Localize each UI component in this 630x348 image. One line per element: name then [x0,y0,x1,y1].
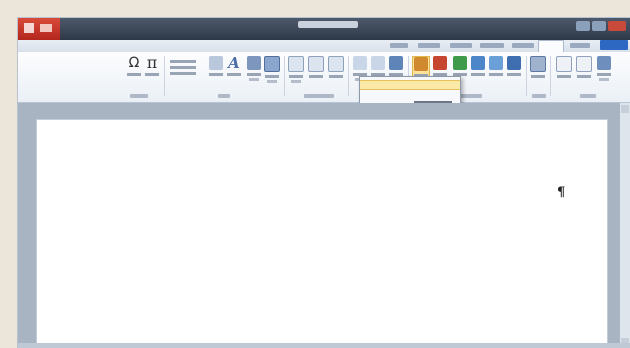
screenshot-icon [414,57,428,71]
document-page[interactable]: ¶ [36,119,608,348]
cover-page-button[interactable] [596,56,612,90]
tab-references[interactable] [480,43,504,48]
text-box-icon [264,56,280,72]
picture-button[interactable] [506,56,522,90]
group-label-pages [580,94,596,98]
document-workspace: ¶ [18,103,630,348]
quick-access-toolbar[interactable] [18,18,60,40]
text-box-button[interactable] [264,56,280,90]
title-bar [18,18,630,40]
footer-button[interactable] [308,56,324,90]
tab-review[interactable] [418,43,440,48]
wordart-button[interactable] [246,56,262,90]
pi-equation-icon: π [146,53,158,72]
drop-cap-button[interactable]: A [226,56,242,90]
status-bar [18,343,630,348]
equation-button[interactable]: π [144,53,160,90]
omega-symbol-icon: Ω [128,55,140,71]
tab-mailings[interactable] [450,43,472,48]
tab-home[interactable] [570,43,590,48]
footer-icon [308,56,324,72]
group-label-tables [532,94,546,98]
word-window: Ω π A ¶ [18,18,630,348]
cross-reference-icon [353,56,367,70]
blank-page-button[interactable] [576,56,592,90]
group-label-text [218,94,230,98]
ribbon: Ω π A [18,52,630,103]
page-break-icon [556,56,572,72]
drop-cap-icon: A [228,54,240,72]
vertical-scrollbar[interactable] [620,103,630,348]
page-break-button[interactable] [556,56,572,90]
blank-page-icon [576,56,592,72]
tab-view[interactable] [390,43,408,48]
shapes-button[interactable] [470,56,486,90]
page-number-button[interactable] [288,56,304,90]
close-button[interactable] [608,21,626,31]
wordart-icon [247,56,261,70]
page-number-icon [288,56,304,72]
group-label-illustrations [458,94,482,98]
symbol-button[interactable]: Ω [126,56,142,90]
document-title [298,21,358,28]
dropdown-section-header [360,80,460,90]
save-icon[interactable] [40,24,52,32]
smartart-icon [453,56,467,70]
scroll-up-arrow-icon[interactable] [621,105,629,113]
clip-art-icon [489,56,503,70]
clip-art-button[interactable] [488,56,504,90]
table-icon [530,56,546,72]
date-time-icon [209,56,223,70]
maximize-button[interactable] [592,21,606,31]
quick-parts-button[interactable] [168,56,198,90]
tab-page-layout[interactable] [512,43,534,48]
header-icon [328,56,344,72]
app-logo-icon [24,23,34,33]
window-controls [576,21,626,31]
table-button[interactable] [530,56,546,90]
picture-icon [507,56,521,70]
ribbon-tabs [18,40,630,53]
shapes-icon [471,56,485,70]
bookmark-icon [371,56,385,70]
header-button[interactable] [328,56,344,90]
group-label-header-footer [304,94,334,98]
cover-page-icon [597,56,611,70]
tab-file[interactable] [600,40,628,50]
hyperlink-icon [389,56,403,70]
minimize-button[interactable] [576,21,590,31]
group-label-symbols [130,94,148,98]
date-time-button[interactable] [208,56,224,90]
chart-icon [433,56,447,70]
paragraph-mark: ¶ [557,185,566,200]
